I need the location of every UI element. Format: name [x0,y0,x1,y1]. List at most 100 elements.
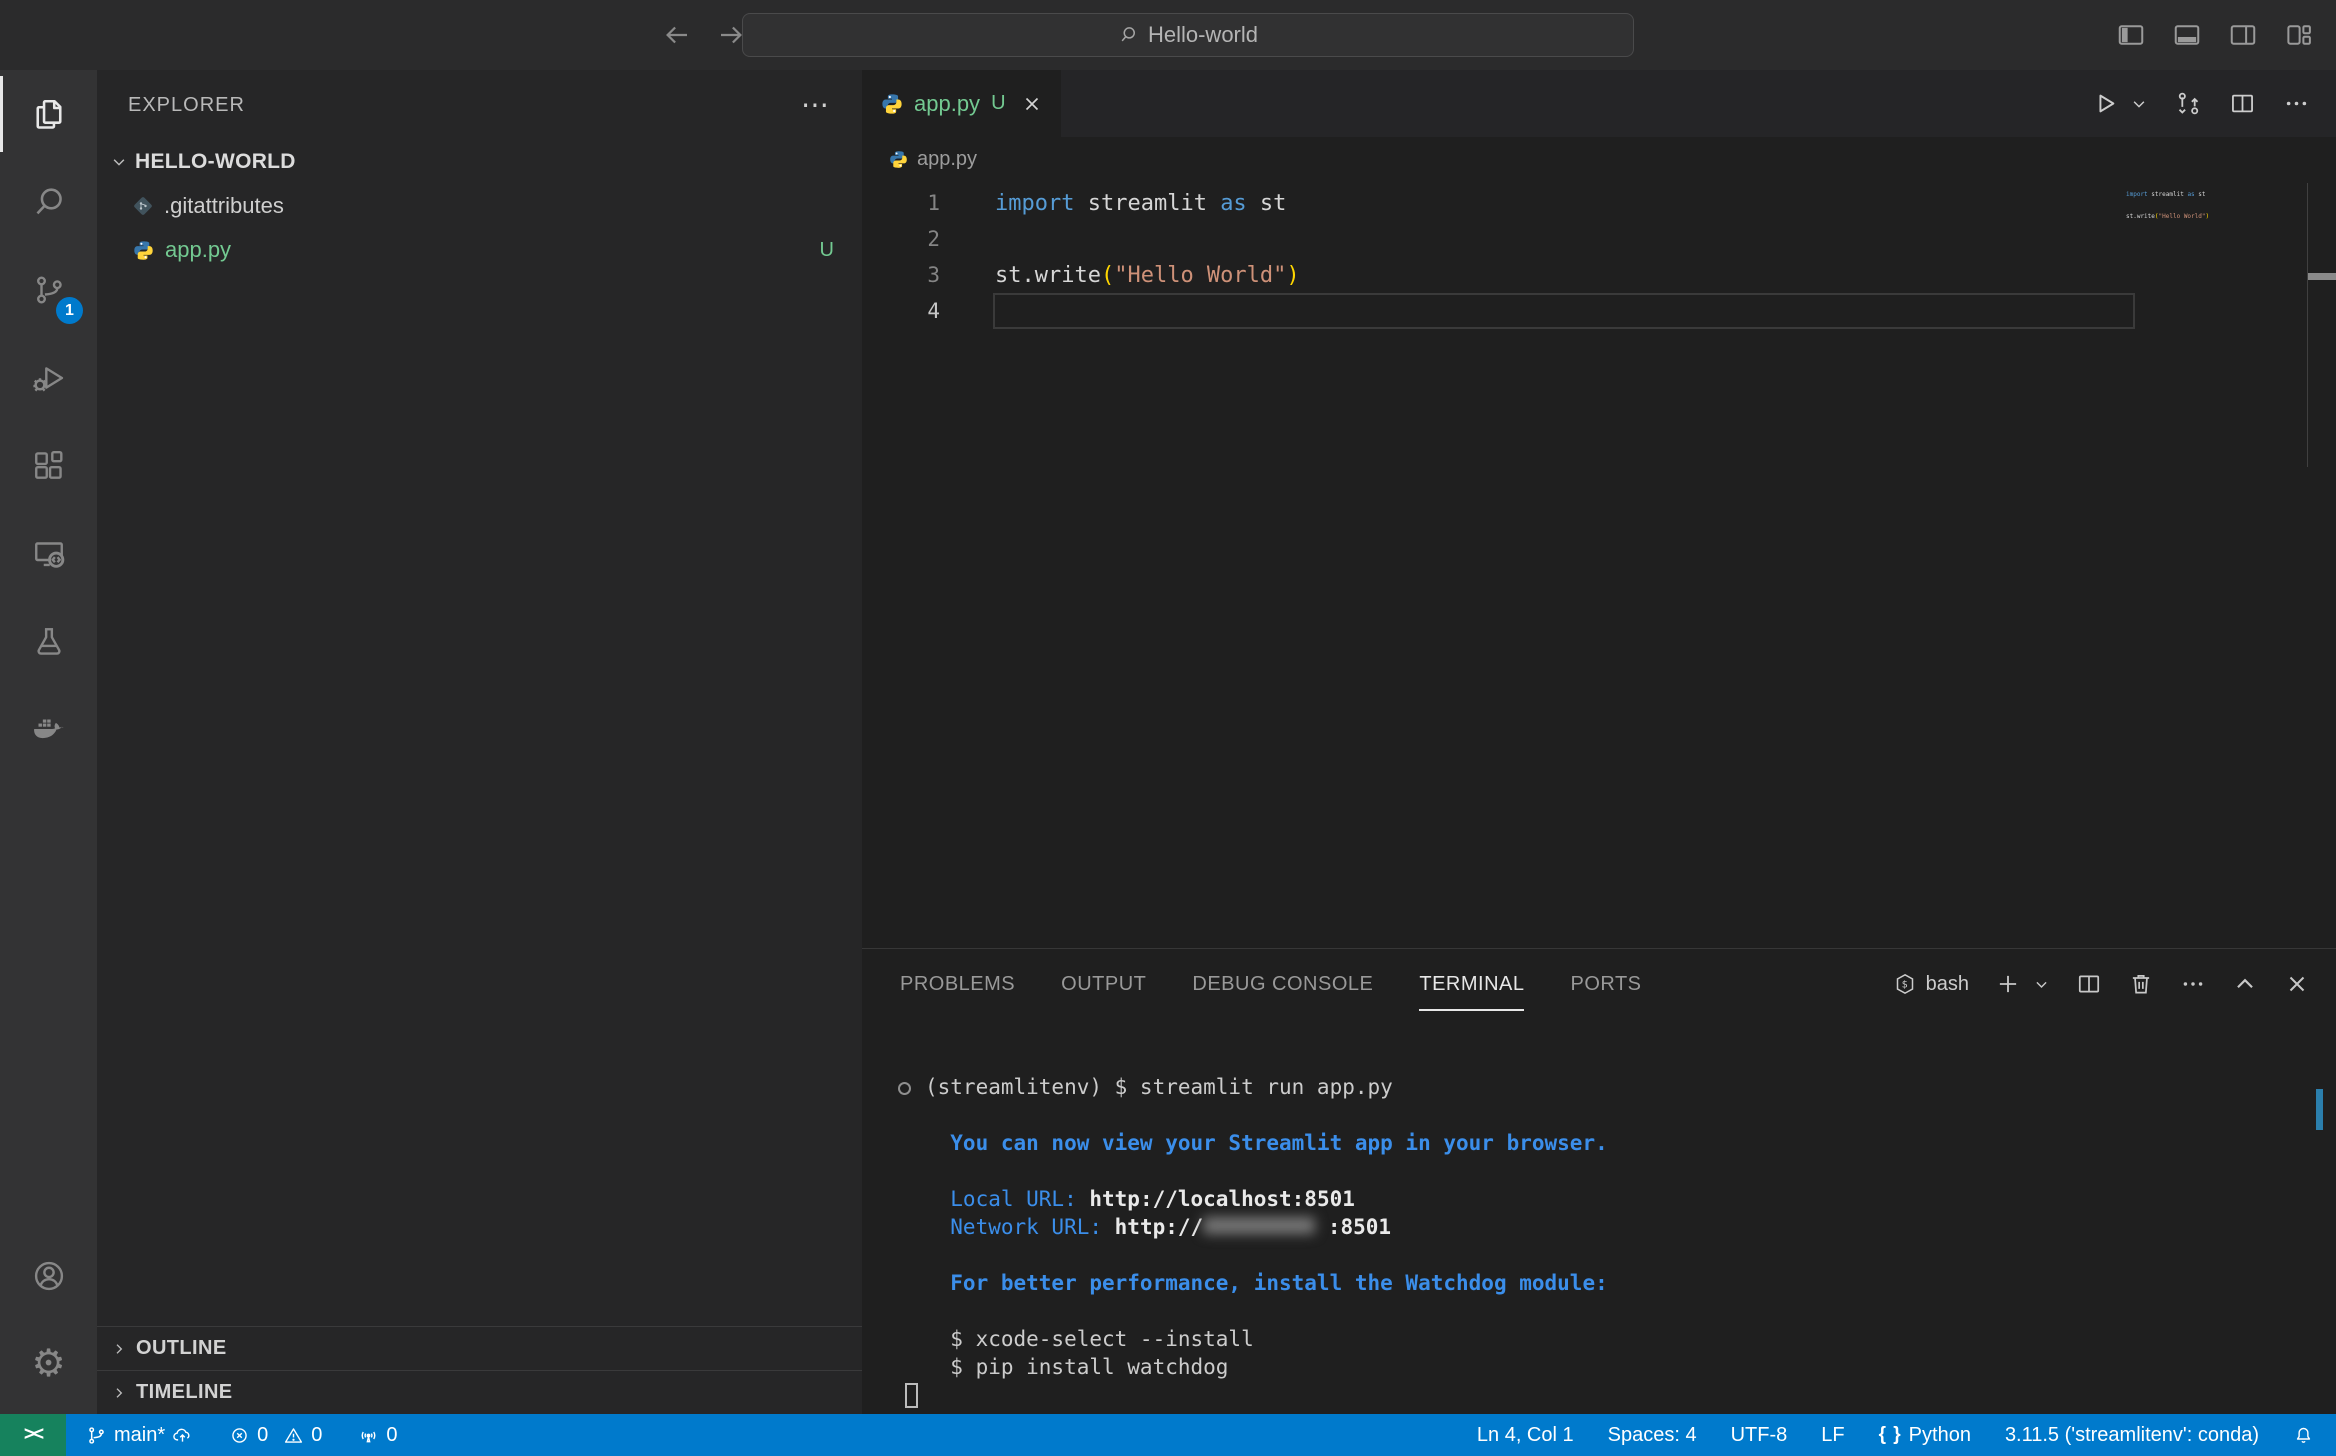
maximize-panel-chevron-icon[interactable] [2232,971,2258,997]
toggle-sidebar-icon[interactable] [2116,20,2146,50]
editor-tabbar: app.py U [862,70,2336,137]
titlebar: Hello-world [0,0,2336,70]
terminal-line: $ pip install watchdog [925,1355,2336,1383]
file-app-py[interactable]: app.py U [97,228,862,272]
account-icon [31,1258,67,1294]
more-actions-icon[interactable] [2283,90,2310,117]
remote-icon: >< [24,1424,42,1446]
activity-explorer[interactable] [0,70,97,158]
chevron-down-icon [110,153,128,171]
file-name: .gitattributes [164,193,284,219]
gitattributes-file-icon [133,196,153,216]
account-button[interactable] [0,1232,97,1320]
terminal-scrollbar-thumb[interactable] [2316,1089,2323,1130]
terminal-line: Local URL: http://localhost:8501 [925,1187,2336,1215]
forward-arrow-icon[interactable] [716,20,746,50]
line-number: 3 [862,263,940,287]
activity-bar: 1 ⚙ [0,70,97,1414]
warning-icon [283,1425,304,1446]
terminal-dropdown-chevron-icon[interactable] [2033,976,2050,993]
code-text: st.write("Hello World") [995,263,1300,288]
open-changes-icon[interactable] [2175,90,2202,117]
terminal-line [925,1299,2336,1327]
split-editor-icon[interactable] [2229,90,2256,117]
folder-name: HELLO-WORLD [135,150,296,174]
problems-status-item[interactable]: 0 0 [229,1424,322,1447]
activity-remote-explorer[interactable] [0,510,97,598]
activity-extensions[interactable] [0,422,97,510]
editor-actions [2092,70,2336,137]
panel-tab-debug-console[interactable]: DEBUG CONSOLE [1192,949,1373,1019]
terminal-shell-chip[interactable]: $ bash [1893,972,1969,996]
activity-testing[interactable] [0,598,97,686]
run-dropdown-chevron-icon[interactable] [2130,95,2148,113]
overview-cursor-marker [2308,273,2336,280]
code-text: import streamlit as st [995,191,1286,216]
braces-icon: { } [1879,1424,1902,1446]
customize-layout-icon[interactable] [2284,20,2314,50]
language-mode[interactable]: { } Python [1879,1424,1971,1447]
eol[interactable]: LF [1821,1424,1844,1447]
status-bar: >< main* 0 0 0 Ln 4, Col 1 Spaces: 4 UTF… [0,1414,2336,1456]
notifications-bell-icon[interactable] [2293,1425,2314,1446]
code-editor[interactable]: 1import streamlit as st2 3 st.write("Hello… [862,181,2336,948]
panel-more-actions-icon[interactable] [2180,971,2206,997]
terminal-line: $ xcode-select --install [925,1327,2336,1355]
branch-name: main* [114,1424,165,1447]
ports-status-item[interactable]: 0 [358,1424,397,1447]
redacted-ip [1203,1217,1315,1234]
cursor-position[interactable]: Ln 4, Col 1 [1477,1424,1574,1447]
activity-source-control[interactable]: 1 [0,246,97,334]
git-branch-icon [86,1425,107,1446]
code-line[interactable]: 1import streamlit as st [862,185,2336,221]
section-timeline[interactable]: TIMELINE [97,1370,862,1414]
panel-tabs: PROBLEMS OUTPUT DEBUG CONSOLE TERMINAL PORTS [900,949,1642,1019]
scm-badge: 1 [56,297,83,324]
line-number: 4 [862,299,940,323]
terminal[interactable]: (streamlitenv) $ streamlit run app.py Yo… [862,1019,2336,1414]
toggle-secondary-sidebar-icon[interactable] [2228,20,2258,50]
activity-search[interactable] [0,158,97,246]
kill-terminal-trash-icon[interactable] [2128,971,2154,997]
minimap-line [2126,222,2296,233]
extensions-icon [31,448,67,484]
section-outline[interactable]: OUTLINE [97,1326,862,1370]
activity-docker[interactable] [0,686,97,774]
remote-indicator[interactable]: >< [0,1414,66,1456]
toggle-panel-icon[interactable] [2172,20,2202,50]
panel-tab-problems[interactable]: PROBLEMS [900,949,1015,1019]
branch-status-item[interactable]: main* [86,1424,193,1447]
new-terminal-icon[interactable] [1995,971,2021,997]
split-terminal-icon[interactable] [2076,971,2102,997]
file-gitattributes[interactable]: .gitattributes [97,184,862,228]
code-line[interactable]: 2 [862,221,2336,257]
encoding[interactable]: UTF-8 [1731,1424,1788,1447]
close-icon[interactable] [1021,93,1043,115]
activity-run-debug[interactable] [0,334,97,422]
minimap[interactable]: import streamlit as st st.write("Hello W… [2126,189,2296,233]
folder-hello-world[interactable]: HELLO-WORLD [97,140,862,184]
code-line[interactable]: 3 st.write("Hello World") [862,257,2336,293]
python-file-icon [889,150,908,169]
python-file-icon [133,240,154,261]
command-decoration-icon [898,1082,911,1095]
back-arrow-icon[interactable] [662,20,692,50]
terminal-line: (streamlitenv) $ streamlit run app.py [925,1075,2336,1103]
tab-app-py[interactable]: app.py U [862,70,1061,137]
svg-text:$: $ [1901,980,1907,991]
panel-tab-output[interactable]: OUTPUT [1061,949,1146,1019]
panel-tab-terminal[interactable]: TERMINAL [1419,949,1524,1019]
settings-button[interactable]: ⚙ [0,1320,97,1408]
sync-cloud-upload-icon [172,1425,193,1446]
breadcrumb[interactable]: app.py [862,137,2336,181]
terminal-line: For better performance, install the Watc… [925,1271,2336,1299]
close-panel-icon[interactable] [2284,971,2310,997]
python-interpreter[interactable]: 3.11.5 ('streamlitenv': conda) [2005,1424,2259,1447]
explorer-title: EXPLORER [128,94,245,117]
run-python-file-icon[interactable] [2092,90,2119,117]
indentation[interactable]: Spaces: 4 [1608,1424,1697,1447]
panel-tab-ports[interactable]: PORTS [1570,949,1641,1019]
command-center-search[interactable]: Hello-world [742,13,1634,57]
search-value: Hello-world [1148,22,1258,48]
ports-count: 0 [386,1424,397,1447]
